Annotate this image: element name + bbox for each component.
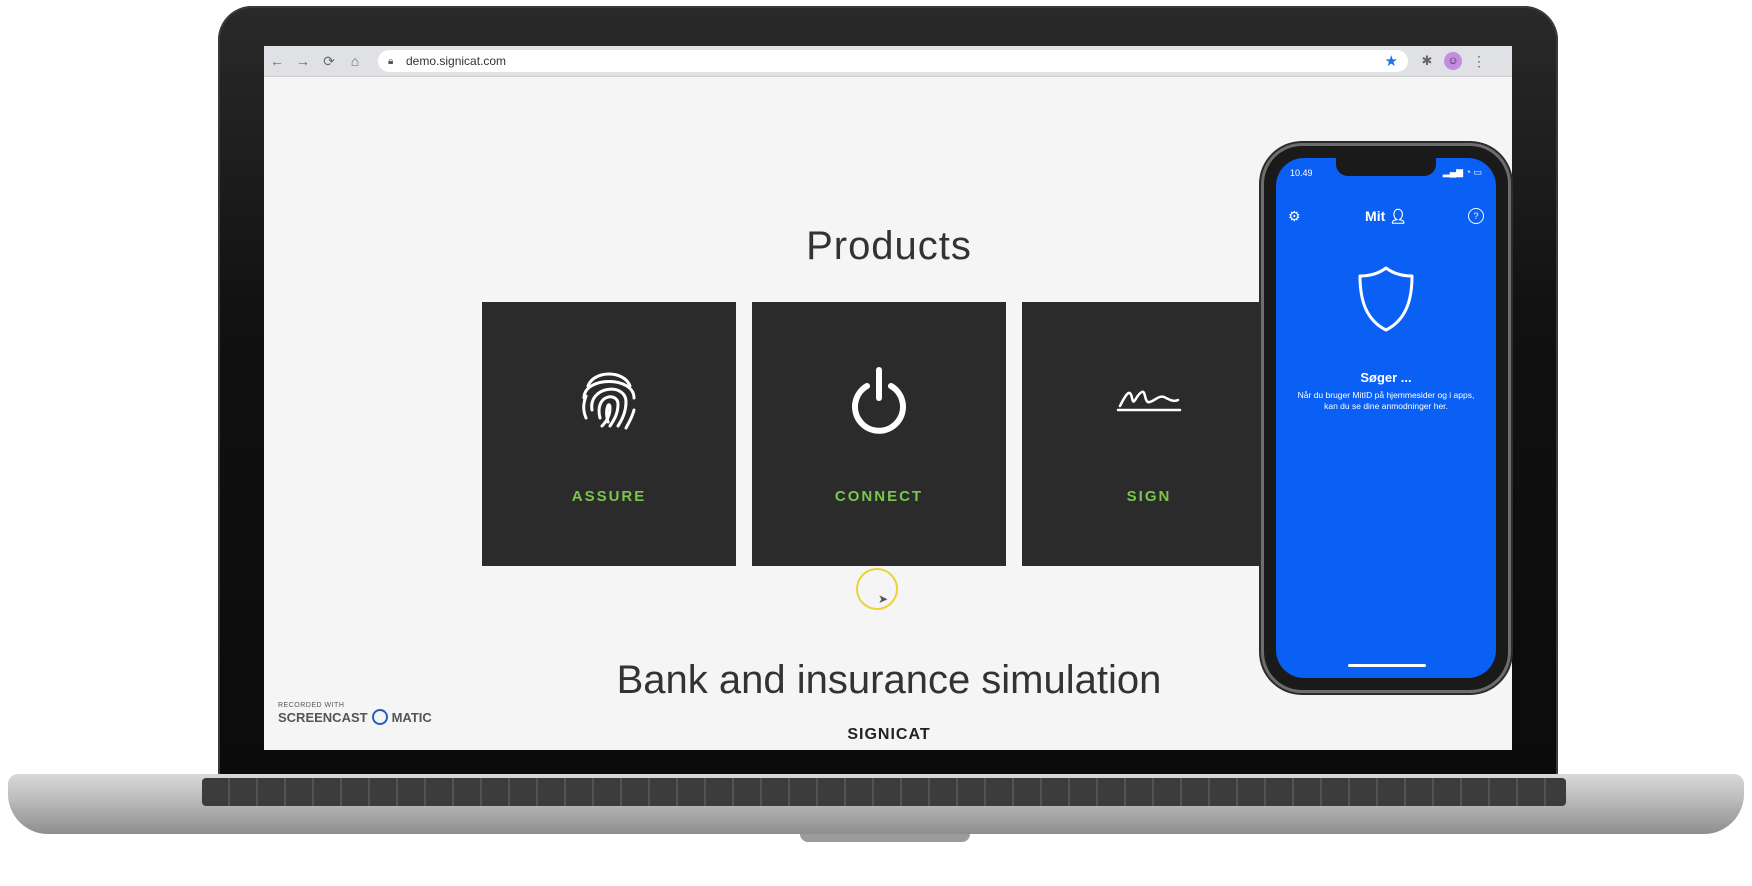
phone-screen: 10.49 ▂▄▆ ◔ ▭ ⚙ Mit 👤︎ ? Søger ... Når d… — [1276, 158, 1496, 678]
lock-icon: 🔒︎ — [388, 56, 394, 67]
app-header: ⚙ Mit 👤︎ ? — [1276, 208, 1496, 228]
laptop-opening-notch — [800, 834, 970, 842]
product-tile-sign[interactable]: SIGN — [1022, 302, 1276, 566]
app-brand: Mit 👤︎ — [1276, 208, 1496, 225]
product-tile-connect[interactable]: CONNECT — [752, 302, 1006, 566]
browser-menu-icon[interactable]: ⋮ — [1472, 53, 1486, 70]
phone-status-title: Søger ... — [1360, 370, 1412, 385]
phone-frame: 10.49 ▂▄▆ ◔ ▭ ⚙ Mit 👤︎ ? Søger ... Når d… — [1264, 146, 1508, 690]
profile-avatar[interactable]: ☺ — [1444, 52, 1462, 70]
status-icons: ▂▄▆ ◔ ▭ — [1442, 167, 1482, 177]
click-highlight-ring — [856, 568, 898, 610]
product-tile-assure[interactable]: ASSURE — [482, 302, 736, 566]
watermark-right-text: MATIC — [391, 709, 432, 725]
tile-label: SIGN — [1126, 488, 1172, 505]
watermark-logo: SCREENCAST MATIC — [278, 709, 432, 725]
footer-logo: SIGNICAT — [847, 726, 931, 743]
home-indicator[interactable] — [1348, 664, 1426, 667]
app-brand-text: Mit — [1365, 208, 1386, 224]
screencast-watermark: RECORDED WITH SCREENCAST MATIC — [278, 702, 432, 725]
watermark-left-text: SCREENCAST — [278, 709, 368, 725]
mouse-pointer-icon: ➤ — [878, 592, 889, 606]
status-time: 10.49 — [1290, 168, 1313, 178]
home-icon[interactable]: ⌂ — [342, 46, 368, 76]
tile-label: CONNECT — [834, 488, 924, 505]
watermark-small-text: RECORDED WITH — [278, 702, 345, 709]
fingerprint-icon — [482, 364, 736, 434]
browser-toolbar: ← → ⟳ ⌂ 🔒︎ demo.signicat.com ★ ✱ ☺ ⋮ — [264, 46, 1512, 77]
tile-label: ASSURE — [571, 488, 647, 505]
shield-icon — [1356, 264, 1416, 339]
url-text: demo.signicat.com — [406, 54, 507, 68]
bookmark-star-icon[interactable]: ★ — [1385, 52, 1398, 70]
id-person-icon: 👤︎ — [1389, 208, 1407, 224]
address-bar[interactable]: 🔒︎ demo.signicat.com ★ — [378, 50, 1408, 72]
power-icon — [752, 364, 1006, 434]
extensions-icon[interactable]: ✱ — [1416, 53, 1438, 69]
laptop-keyboard — [202, 778, 1566, 806]
signature-icon — [1022, 364, 1276, 434]
phone-status-text: Når du bruger MitID på hjemmesider og i … — [1297, 390, 1475, 411]
forward-icon[interactable]: → — [290, 46, 316, 76]
back-icon[interactable]: ← — [264, 46, 290, 76]
phone-notch — [1336, 158, 1436, 176]
help-icon[interactable]: ? — [1468, 208, 1484, 224]
record-icon — [371, 709, 388, 725]
reload-icon[interactable]: ⟳ — [316, 46, 342, 76]
